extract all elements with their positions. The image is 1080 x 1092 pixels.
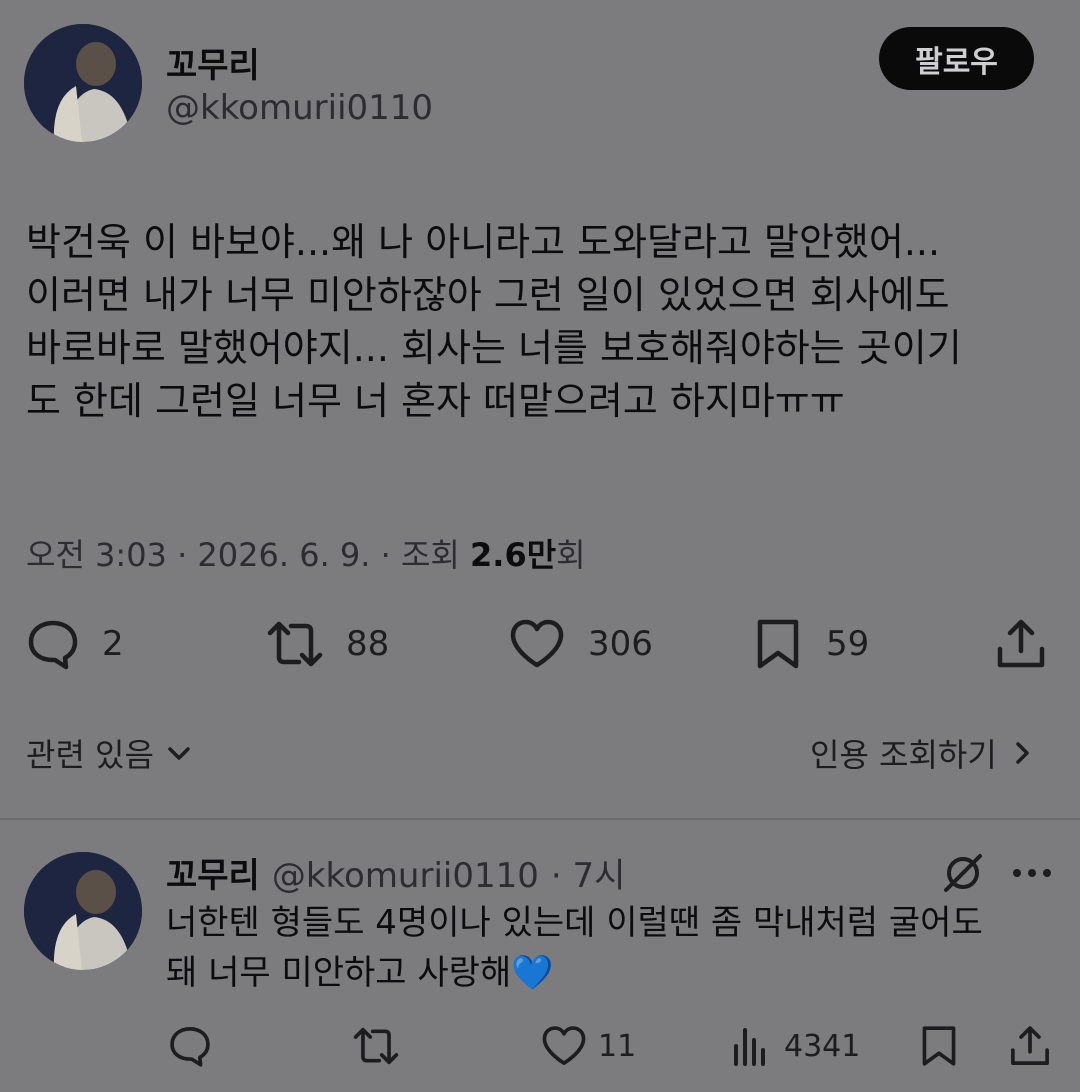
follow-button[interactable]: 팔로우 bbox=[879, 27, 1034, 90]
bookmark-count: 59 bbox=[826, 624, 870, 664]
reply-share-button[interactable] bbox=[1008, 1024, 1052, 1068]
divider bbox=[0, 818, 1080, 820]
reply-like-count: 11 bbox=[598, 1028, 637, 1064]
reply-count: 2 bbox=[102, 624, 124, 664]
bookmark-icon bbox=[922, 1026, 956, 1066]
avatar-image bbox=[24, 852, 142, 970]
reply-button[interactable]: 2 bbox=[26, 617, 124, 671]
reply-author-handle[interactable]: @kkomurii0110 bbox=[272, 856, 539, 896]
author-handle[interactable]: @kkomurii0110 bbox=[166, 88, 433, 128]
comment-icon bbox=[170, 1027, 210, 1067]
tweet-text: 박건욱 이 바보야...왜 나 아니라고 도와달라고 말안했어... 이러면 내… bbox=[26, 220, 962, 423]
share-icon bbox=[997, 619, 1045, 668]
share-icon bbox=[1011, 1026, 1049, 1065]
avatar-image bbox=[24, 24, 142, 142]
retweet-count: 88 bbox=[346, 624, 390, 664]
view-count-suffix: 회 bbox=[556, 536, 586, 574]
retweet-icon bbox=[353, 1027, 399, 1065]
reply-retweet-button[interactable] bbox=[352, 1024, 400, 1068]
heart-icon bbox=[542, 1026, 586, 1065]
chevron-right-icon bbox=[1016, 742, 1029, 764]
reply-bookmark-button[interactable] bbox=[918, 1024, 960, 1068]
quotes-label: 인용 조회하기 bbox=[810, 736, 997, 774]
view-count: 2.6만 bbox=[470, 536, 557, 574]
view-quotes-link[interactable]: 인용 조회하기 bbox=[810, 730, 1037, 776]
tweet-meta: 오전 3:03 · 2026. 6. 9. · 조회 2.6만회 bbox=[26, 530, 586, 576]
reply-header: 꼬무리 @kkomurii0110 · 7시 bbox=[166, 848, 625, 897]
reply-author-name[interactable]: 꼬무리 bbox=[166, 848, 260, 897]
reply-avatar[interactable] bbox=[24, 852, 142, 970]
bookmark-button[interactable]: 59 bbox=[752, 617, 869, 671]
like-count: 306 bbox=[588, 624, 653, 664]
reply-like-button[interactable]: 11 bbox=[540, 1024, 636, 1068]
tweet-timestamp[interactable]: 오전 3:03 · 2026. 6. 9. · 조회 bbox=[26, 536, 470, 574]
grok-button[interactable] bbox=[940, 850, 986, 900]
more-button[interactable] bbox=[1010, 858, 1054, 892]
bar-chart-icon bbox=[734, 1028, 765, 1066]
reply-time[interactable]: · 7시 bbox=[551, 848, 626, 897]
grok-icon bbox=[944, 854, 982, 892]
author-avatar[interactable] bbox=[24, 24, 142, 142]
heart-icon bbox=[510, 619, 564, 668]
author-name[interactable]: 꼬무리 bbox=[166, 38, 260, 87]
more-icon bbox=[1013, 869, 1051, 877]
retweet-button[interactable]: 88 bbox=[266, 617, 389, 671]
like-button[interactable]: 306 bbox=[508, 617, 653, 671]
chevron-down-icon bbox=[168, 747, 190, 760]
related-label: 관련 있음 bbox=[26, 736, 154, 774]
share-button[interactable] bbox=[994, 617, 1048, 671]
bookmark-icon bbox=[757, 619, 799, 669]
reply-reply-button[interactable] bbox=[168, 1024, 212, 1068]
reply-text: 너한텐 형들도 4명이나 있는데 이럴땐 좀 막내처럼 굴어도 돼 너무 미안하… bbox=[166, 903, 983, 993]
retweet-icon bbox=[267, 621, 323, 667]
related-toggle[interactable]: 관련 있음 bbox=[26, 730, 194, 776]
comment-icon bbox=[28, 620, 78, 670]
reply-views-count: 4341 bbox=[784, 1028, 861, 1064]
reply-views-button[interactable]: 4341 bbox=[730, 1024, 860, 1068]
